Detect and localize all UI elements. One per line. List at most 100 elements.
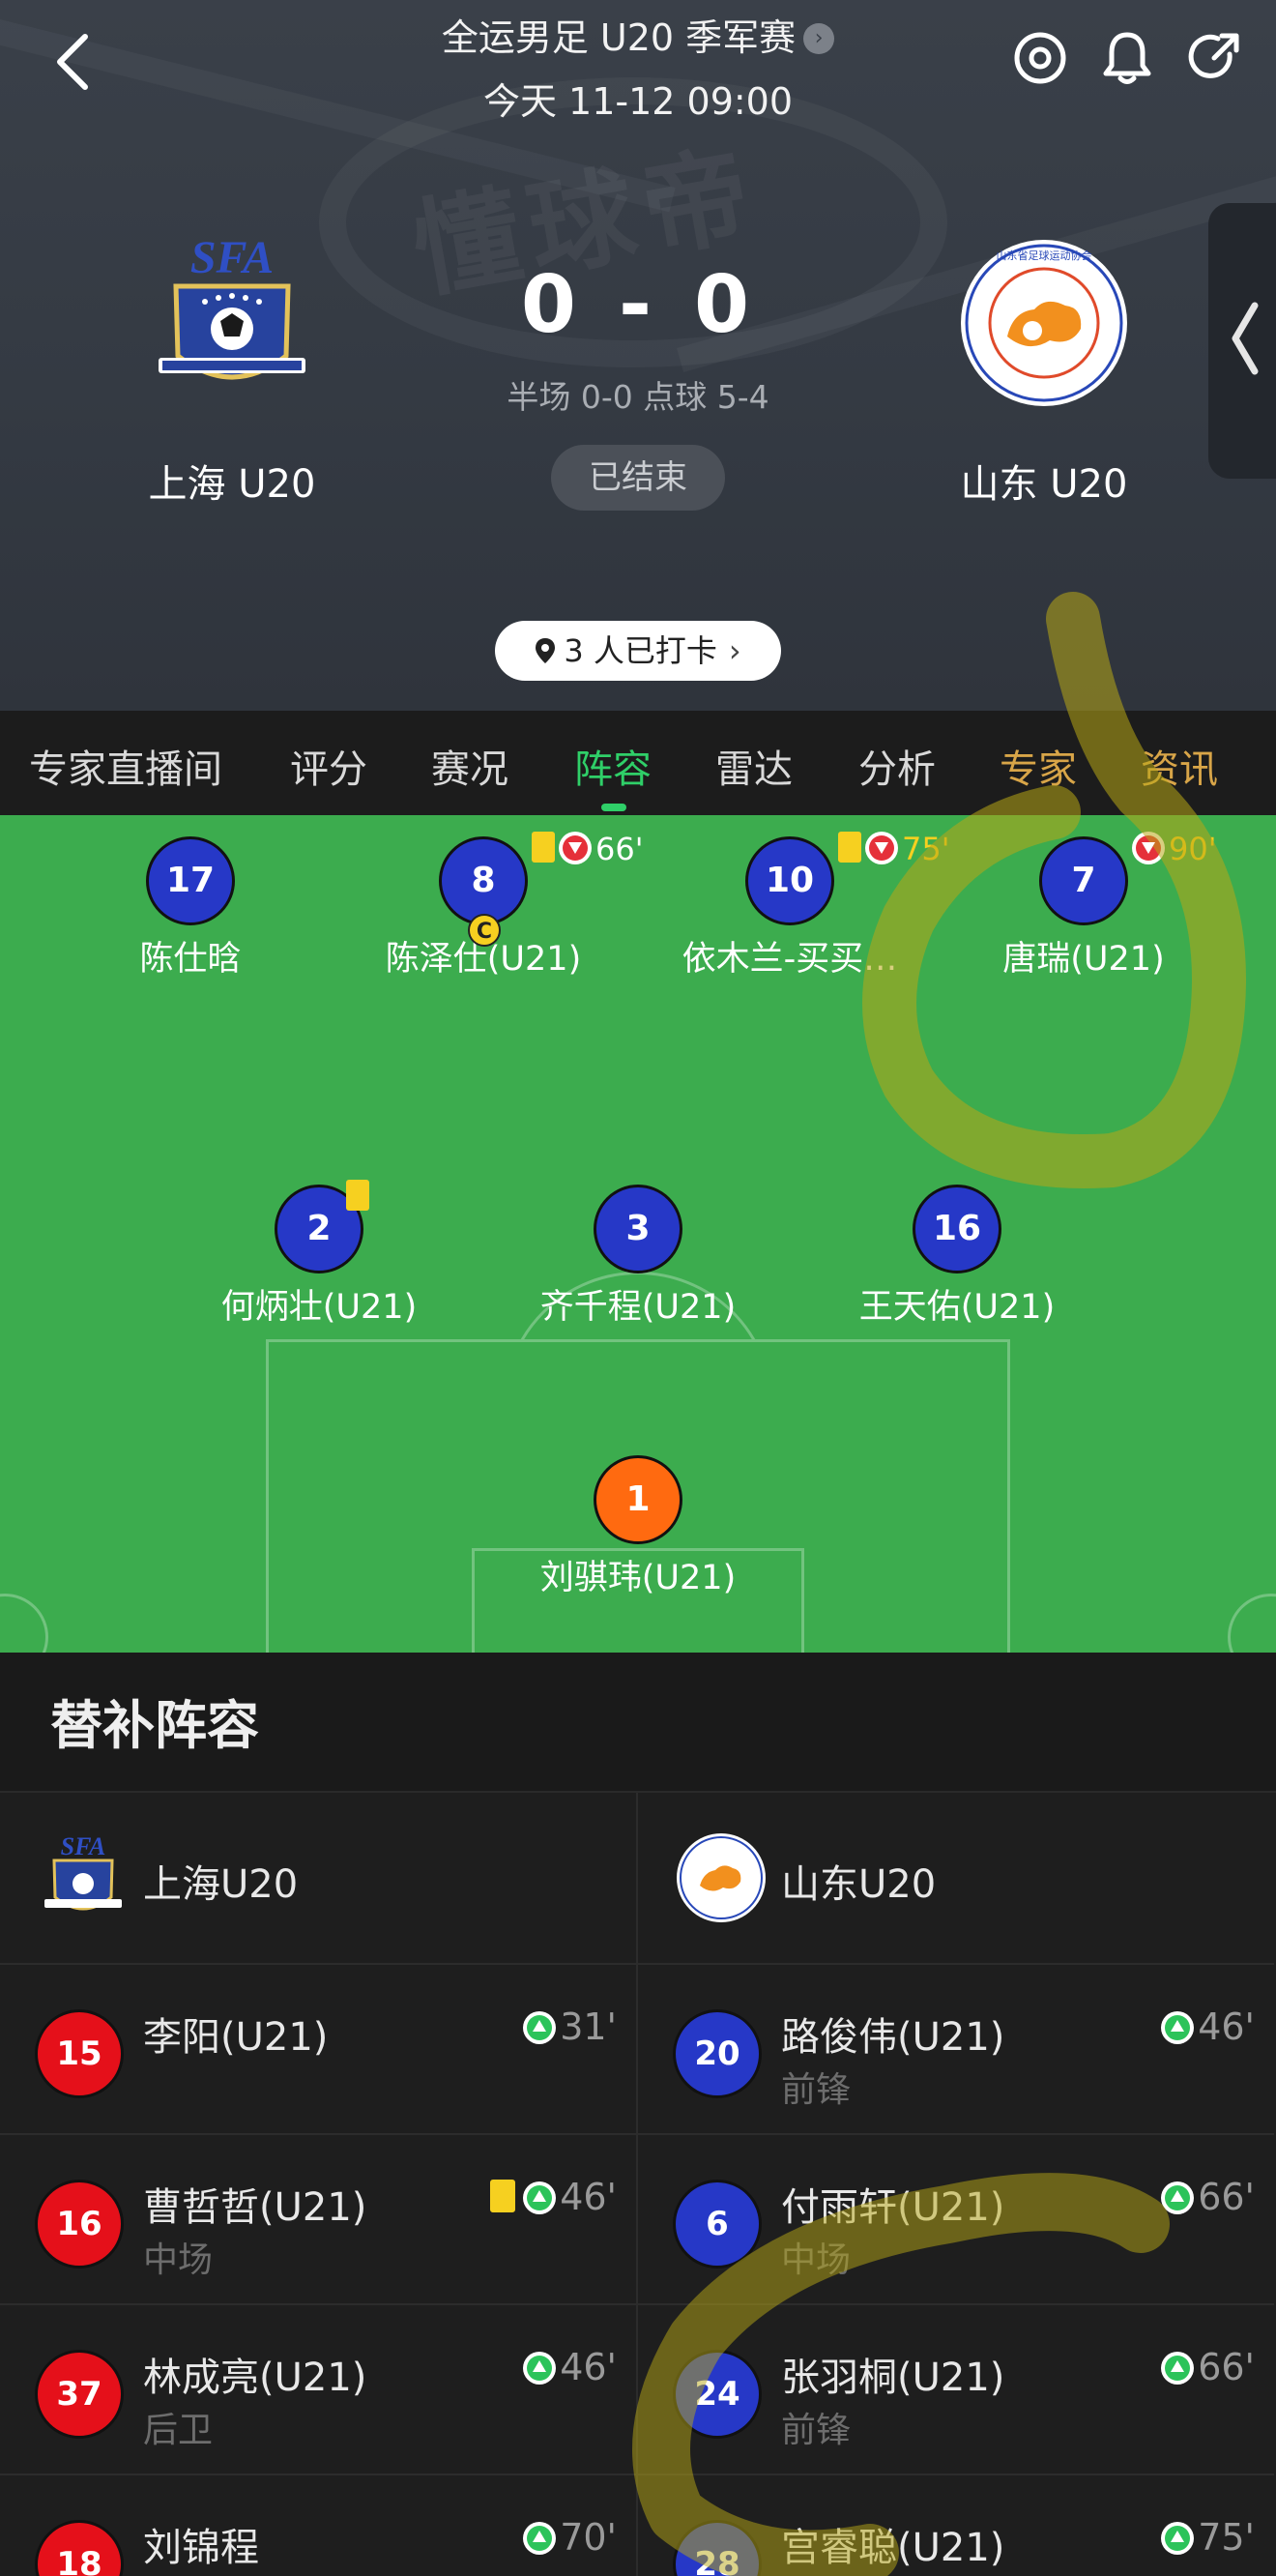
bell-icon[interactable] xyxy=(1098,29,1156,87)
player-name: 王天佑(U21) xyxy=(858,1288,1056,1327)
player-number: 10 xyxy=(745,836,834,925)
substitute-row[interactable]: 37 林成亮(U21) 后卫 46' xyxy=(0,2303,636,2474)
match-status-badge: 已结束 xyxy=(551,445,725,511)
home-team-name[interactable]: 上海 U20 xyxy=(87,453,377,509)
player-number: 16 xyxy=(35,2180,124,2269)
player-marker[interactable]: 10 75' 依木兰-买买… xyxy=(635,831,950,981)
substituted-on-icon xyxy=(523,2181,557,2214)
player-name: 刘锦程 xyxy=(143,2526,259,2570)
sub-minute: 31' xyxy=(560,2005,617,2048)
substitute-row[interactable]: 15 李阳(U21) 31' xyxy=(0,1963,636,2133)
player-number: 7 xyxy=(1039,836,1128,925)
player-number: 28 xyxy=(673,2520,762,2576)
player-name: 陈仕晗 xyxy=(139,940,242,979)
player-position: 前锋 xyxy=(781,2411,852,2450)
substitute-row[interactable]: 28 宫睿聪(U21) 75' xyxy=(638,2474,1274,2576)
lineup-pitch: 17 陈仕晗 8 C 66' 陈泽仕(U21) 10 75' 依木兰-买买… 7… xyxy=(0,815,1276,1653)
substitute-row[interactable]: 24 张羽桐(U21) 前锋 66' xyxy=(638,2303,1274,2474)
player-events xyxy=(346,1179,373,1217)
player-marker[interactable]: 1 刘骐玮(U21) xyxy=(483,1455,793,1599)
player-marker[interactable]: 16 王天佑(U21) xyxy=(802,1185,1112,1329)
player-number: 17 xyxy=(146,836,235,925)
player-name: 何炳壮(U21) xyxy=(220,1288,418,1327)
logo-lettering: SFA xyxy=(61,1832,106,1860)
player-marker[interactable]: 17 陈仕晗 xyxy=(36,836,345,981)
substitutes-panel: SFA 上海U20 山东U20 15 李阳(U21) 31' 16 曹哲哲(U2… xyxy=(0,1791,1276,2576)
sub-info: 66' xyxy=(1161,2176,1255,2218)
player-marker[interactable]: 3 齐千程(U21) xyxy=(483,1185,793,1329)
away-team-logo[interactable]: 山东省足球运动协会 xyxy=(957,236,1131,410)
yellow-card-icon xyxy=(838,832,861,863)
player-number: 8 xyxy=(439,836,528,925)
substituted-off-icon xyxy=(1132,832,1165,864)
sub-minute: 70' xyxy=(560,2516,617,2559)
player-name: 付雨轩(U21) xyxy=(781,2185,1005,2230)
player-number: 15 xyxy=(35,2009,124,2098)
substituted-on-icon xyxy=(1161,2181,1195,2214)
player-name: 唐瑞(U21) xyxy=(1002,940,1165,979)
side-drawer-handle[interactable] xyxy=(1208,203,1276,479)
substitute-row[interactable]: 6 付雨轩(U21) 中场 66' xyxy=(638,2133,1274,2303)
substituted-on-icon xyxy=(1161,2352,1195,2385)
away-team-name[interactable]: 山东 U20 xyxy=(899,453,1189,509)
substituted-on-icon xyxy=(523,2011,557,2044)
sub-info: 75' xyxy=(1161,2516,1255,2559)
tab-lineup[interactable]: 阵容 xyxy=(574,738,652,794)
player-number: 16 xyxy=(913,1185,1001,1273)
match-title-text: 全运男足 U20 季军赛 xyxy=(441,16,797,59)
target-icon[interactable] xyxy=(1011,29,1069,87)
tab-analysis[interactable]: 分析 xyxy=(858,738,936,794)
yellow-card-icon xyxy=(532,832,555,863)
sub-info: 66' xyxy=(1161,2346,1255,2388)
active-tab-indicator xyxy=(601,804,626,811)
player-number: 37 xyxy=(35,2350,124,2439)
location-pin-icon xyxy=(536,638,556,663)
sub-info: 46' xyxy=(490,2176,617,2218)
tab-ratings[interactable]: 评分 xyxy=(290,738,367,794)
sub-info: 46' xyxy=(523,2346,617,2388)
sub-minute: 90' xyxy=(1169,831,1217,867)
player-number: 3 xyxy=(594,1185,682,1273)
tab-bar: 专家直播间 评分 赛况 阵容 雷达 分析 专家 资讯 xyxy=(0,711,1276,815)
substituted-off-icon xyxy=(559,832,592,864)
player-name: 曹哲哲(U21) xyxy=(143,2185,367,2230)
tab-news[interactable]: 资讯 xyxy=(1141,738,1218,794)
sub-minute: 46' xyxy=(1198,2005,1255,2048)
player-position: 前锋 xyxy=(781,2070,852,2110)
tab-experts[interactable]: 专家 xyxy=(1000,738,1077,794)
tab-radar[interactable]: 雷达 xyxy=(715,738,793,794)
substitute-row[interactable]: 20 路俊伟(U21) 前锋 46' xyxy=(638,1963,1274,2133)
home-score: 0 xyxy=(520,259,582,351)
substitutes-heading: 替补阵容 xyxy=(50,1695,259,1756)
player-events: 90' xyxy=(1132,831,1217,869)
player-number: 1 xyxy=(594,1455,682,1544)
player-position: 中场 xyxy=(781,2240,852,2280)
player-name: 林成亮(U21) xyxy=(143,2356,367,2400)
sub-minute: 46' xyxy=(560,2346,617,2388)
checkin-button[interactable]: 3 人已打卡 › xyxy=(495,621,781,681)
player-position: 中场 xyxy=(143,2240,214,2280)
away-team-logo xyxy=(677,1833,766,1922)
tab-expert-live[interactable]: 专家直播间 xyxy=(29,738,222,794)
sub-minute: 75' xyxy=(1198,2516,1255,2559)
match-title[interactable]: 全运男足 U20 季军赛 › xyxy=(0,8,1276,61)
chevron-right-icon: › xyxy=(803,23,835,54)
player-position: 后卫 xyxy=(143,2411,214,2450)
share-icon[interactable] xyxy=(1185,29,1243,87)
tab-match-events[interactable]: 赛况 xyxy=(431,738,508,794)
player-marker[interactable]: 7 90' 唐瑞(U21) xyxy=(929,831,1238,981)
substituted-on-icon xyxy=(1161,2011,1195,2044)
player-marker[interactable]: 8 C 66' 陈泽仕(U21) xyxy=(329,831,644,981)
player-name: 宫睿聪(U21) xyxy=(781,2526,1005,2570)
away-subs-header: 山东U20 xyxy=(638,1793,1274,1963)
player-marker[interactable]: 2 何炳壮(U21) xyxy=(164,1180,474,1329)
player-number: 6 xyxy=(673,2180,762,2269)
substituted-on-icon xyxy=(523,2522,557,2555)
substitute-row[interactable]: 16 曹哲哲(U21) 中场 46' xyxy=(0,2133,636,2303)
sub-info: 70' xyxy=(523,2516,617,2559)
player-number: 18 xyxy=(35,2520,124,2576)
score-separator: - xyxy=(618,259,658,351)
match-time: 今天 11-12 09:00 xyxy=(482,80,794,123)
yellow-card-icon xyxy=(490,2180,516,2212)
substitute-row[interactable]: 18 刘锦程 70' xyxy=(0,2474,636,2576)
